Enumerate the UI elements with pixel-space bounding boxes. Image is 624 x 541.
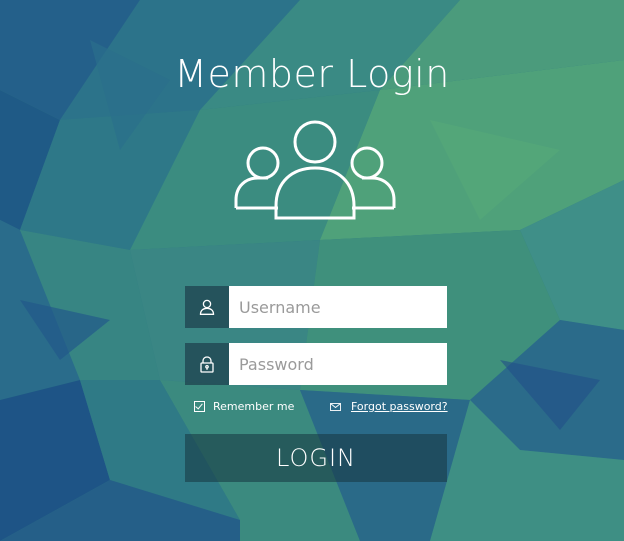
username-input[interactable]: [229, 286, 447, 328]
remember-me-checkbox[interactable]: Remember me: [194, 400, 294, 413]
lock-icon: [185, 343, 229, 385]
password-input[interactable]: [229, 343, 447, 385]
checkbox-icon[interactable]: [194, 401, 205, 412]
forgot-password: Forgot password?: [330, 400, 448, 413]
password-row: [185, 343, 447, 385]
login-button[interactable]: LOGIN: [185, 434, 447, 482]
user-icon: [185, 286, 229, 328]
remember-me-label: Remember me: [213, 400, 295, 413]
login-options: Remember me Forgot password?: [194, 400, 454, 416]
forgot-password-link[interactable]: Forgot password?: [351, 400, 448, 413]
page-title: Member Login: [174, 52, 450, 96]
users-group-icon: [234, 120, 396, 220]
mail-icon: [330, 402, 341, 411]
username-row: [185, 286, 447, 328]
